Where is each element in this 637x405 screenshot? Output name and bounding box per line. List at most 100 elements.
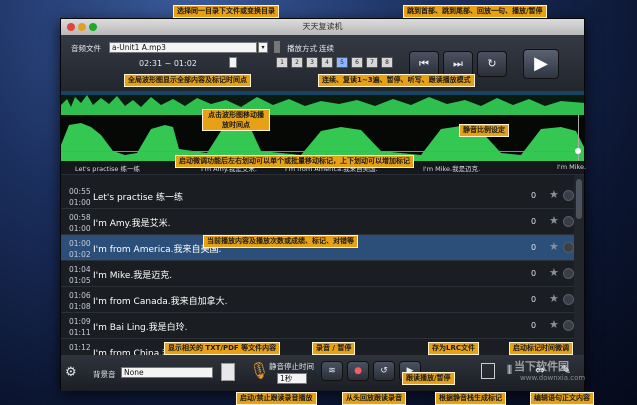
- row-count: 0: [531, 295, 537, 304]
- status-dot-icon[interactable]: [563, 242, 574, 253]
- mode-button-3[interactable]: 3: [306, 57, 318, 68]
- skip-back-icon: ⏮: [419, 57, 429, 70]
- audio-file-label: 音频文件: [71, 44, 101, 53]
- file-dropdown-arrow-icon[interactable]: ▾: [258, 42, 268, 53]
- toggle-record-playback-button[interactable]: ≋: [321, 361, 343, 381]
- replay-sentence-button[interactable]: ↻: [477, 51, 507, 77]
- star-icon[interactable]: ★: [549, 266, 559, 279]
- watermark-text: 当下软件园: [514, 360, 569, 373]
- row-count: 0: [531, 269, 537, 278]
- audio-file-select[interactable]: a-Unit1 A.mp3: [109, 42, 257, 53]
- star-icon[interactable]: ★: [549, 292, 559, 305]
- star-icon[interactable]: ★: [549, 318, 559, 331]
- play-pause-button[interactable]: ▶: [523, 49, 559, 79]
- replay-recording-button[interactable]: ↺: [373, 361, 395, 381]
- row-start-time: 01:12: [69, 343, 91, 352]
- mode-button-5[interactable]: 5: [336, 57, 348, 68]
- row-end-time: 01:08: [69, 302, 91, 311]
- row-text: I'm Amy.我是艾米.: [93, 219, 171, 229]
- pause-time-select[interactable]: 1秒: [277, 373, 307, 384]
- row-start-time: 01:04: [69, 265, 91, 274]
- play-mode-value: 连续: [319, 44, 334, 53]
- pause-time-label: 静音停止时间: [269, 362, 314, 371]
- annotation-fine-tune: 启动微调功能后左右划动可以单个或批量移动标记，上下划动可以增加标记: [175, 155, 414, 168]
- annotation-file-select: 选择同一目录下文件或变换目录: [173, 5, 279, 18]
- annotation-overview: 全局波形图显示全部内容及标记时间点: [124, 74, 251, 87]
- marker-4[interactable]: I'm Mike.我是迈克.: [423, 163, 480, 173]
- mode-button-group: 1 2 3 4 5 6 7 8: [276, 57, 393, 68]
- annotation-replay-record: 从头回放跟读录音: [342, 392, 406, 405]
- row-text: I'm from Canada.我来自加拿大.: [93, 297, 228, 307]
- title-bar: 天天复读机: [61, 19, 584, 35]
- bgm-select[interactable]: None: [121, 367, 213, 378]
- marker-1[interactable]: Let's practise 练一练: [75, 163, 140, 173]
- overview-waveform[interactable]: [61, 91, 584, 115]
- row-count: 0: [531, 321, 537, 330]
- overview-waveform-graphic: [61, 91, 584, 115]
- star-icon[interactable]: ★: [549, 240, 559, 253]
- divider: [274, 41, 280, 53]
- marker-5[interactable]: I'm Mike.: [557, 163, 586, 171]
- mode-button-8[interactable]: 8: [381, 57, 393, 68]
- mode-button-2[interactable]: 2: [291, 57, 303, 68]
- annotation-marker-tune: 启动标记时间微调: [509, 342, 573, 355]
- mode-button-7[interactable]: 7: [366, 57, 378, 68]
- row-end-time: 01:11: [69, 328, 91, 337]
- audio-file-value: a-Unit1 A.mp3: [112, 43, 166, 52]
- row-text: I'm Bai Ling.我是白玲.: [93, 323, 188, 333]
- gear-icon[interactable]: ⚙: [65, 365, 77, 380]
- status-dot-icon[interactable]: [563, 216, 574, 227]
- silence-marks-icon[interactable]: ⫴: [507, 363, 512, 378]
- row-text: Let's practise 练一练: [93, 193, 183, 203]
- status-dot-icon[interactable]: [563, 268, 574, 279]
- table-row[interactable]: 01:09 01:11 I'm Bai Ling.我是白玲. 0 ★: [61, 313, 584, 339]
- annotation-silence-ratio: 静音比例设定: [459, 124, 509, 137]
- row-start-time: 00:55: [69, 187, 91, 196]
- annotation-doc-view: 显示相关的 TXT/PDF 等文件内容: [164, 342, 281, 355]
- zoom-window-button[interactable]: [89, 23, 97, 31]
- annotation-waveform-click: 点击波形图移动播放时间点: [202, 109, 270, 131]
- annotation-play-modes: 连续、复读1~3遍、暂停、听写、跟读播放模式: [318, 74, 475, 87]
- row-start-time: 01:09: [69, 317, 91, 326]
- list-scrollbar-thumb[interactable]: [576, 179, 582, 219]
- row-text: I'm Mike.我是迈克.: [93, 271, 173, 281]
- annotation-record: 录音 / 暂停: [312, 342, 356, 355]
- annotation-transport: 跳到首部、跳到尾部、回放一句、播放/暂停: [403, 5, 547, 18]
- annotation-save-lrc: 存为LRC文件: [428, 342, 479, 355]
- row-count: 0: [531, 217, 537, 226]
- record-button[interactable]: ●: [347, 361, 369, 381]
- bgm-label: 背景音: [93, 370, 116, 379]
- row-end-time: 01:05: [69, 276, 91, 285]
- waveform-icon: ≋: [328, 366, 336, 376]
- record-icon: ●: [354, 366, 362, 376]
- row-end-time: 01:00: [69, 224, 91, 233]
- star-icon[interactable]: ★: [549, 214, 559, 227]
- watermark-url: www.downxia.com: [520, 374, 586, 382]
- save-lrc-icon[interactable]: [481, 363, 495, 379]
- table-row[interactable]: 00:58 01:00 I'm Amy.我是艾米. 0 ★: [61, 209, 584, 235]
- document-icon[interactable]: [221, 363, 235, 381]
- rewind-icon: ↺: [380, 366, 388, 376]
- close-window-button[interactable]: [67, 23, 75, 31]
- pause-time-value: 1秒: [280, 374, 293, 383]
- row-start-time: 01:06: [69, 291, 91, 300]
- row-end-time: 01:02: [69, 250, 91, 259]
- table-row[interactable]: 00:55 01:00 Let's practise 练一练 0 ★: [61, 183, 584, 209]
- minimize-window-button[interactable]: [78, 23, 86, 31]
- mode-button-1[interactable]: 1: [276, 57, 288, 68]
- mode-button-6[interactable]: 6: [351, 57, 363, 68]
- time-stepper[interactable]: [229, 57, 237, 68]
- mode-button-4[interactable]: 4: [321, 57, 333, 68]
- sentence-list: 00:55 01:00 Let's practise 练一练 0 ★ 00:58…: [61, 175, 584, 355]
- status-dot-icon[interactable]: [563, 190, 574, 201]
- star-icon[interactable]: ★: [549, 188, 559, 201]
- microphone-icon[interactable]: 🎙: [249, 361, 269, 380]
- status-dot-icon[interactable]: [563, 294, 574, 305]
- status-dot-icon[interactable]: [563, 320, 574, 331]
- annotation-follow-play: 跟读播放/暂停: [402, 372, 455, 385]
- row-end-time: 01:00: [69, 198, 91, 207]
- window-title: 天天复读机: [302, 22, 343, 31]
- table-row[interactable]: 01:04 01:05 I'm Mike.我是迈克. 0 ★: [61, 261, 584, 287]
- table-row[interactable]: 01:06 01:08 I'm from Canada.我来自加拿大. 0 ★: [61, 287, 584, 313]
- row-start-time: 01:00: [69, 239, 91, 248]
